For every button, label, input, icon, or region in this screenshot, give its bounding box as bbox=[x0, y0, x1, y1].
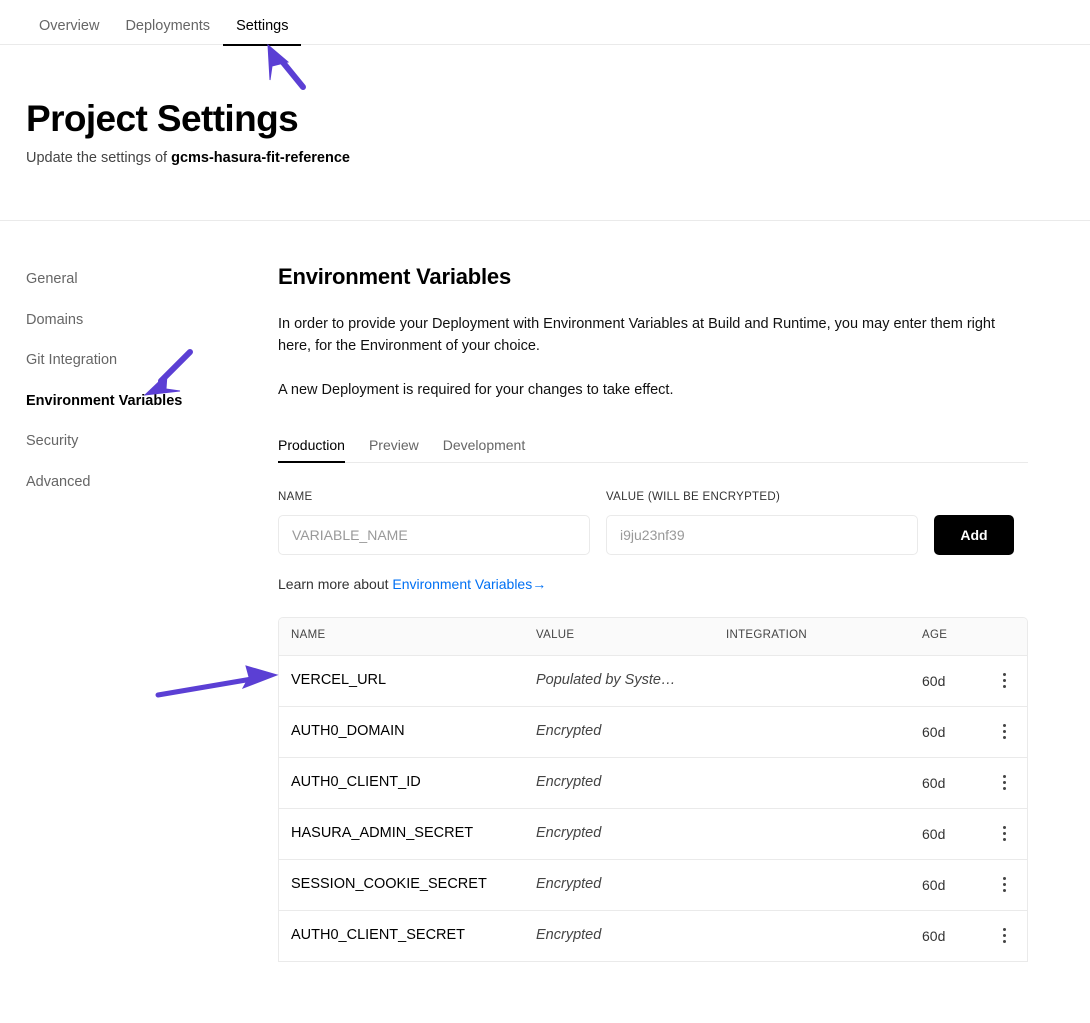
cell-name: SESSION_COOKIE_SECRET bbox=[291, 876, 487, 893]
table-row[interactable]: AUTH0_CLIENT_ID Encrypted 60d bbox=[279, 758, 1027, 809]
section-title: Environment Variables bbox=[278, 264, 511, 289]
cell-age: 60d bbox=[922, 876, 946, 893]
cell-name: AUTH0_DOMAIN bbox=[291, 723, 405, 740]
more-options-icon[interactable] bbox=[998, 770, 1011, 795]
variable-value-input[interactable] bbox=[606, 514, 918, 555]
learn-more-prefix: Learn more about bbox=[278, 575, 393, 592]
add-button[interactable]: Add bbox=[934, 514, 1014, 555]
more-options-icon[interactable] bbox=[998, 821, 1011, 846]
page-title: Project Settings bbox=[26, 98, 299, 139]
cell-name: AUTH0_CLIENT_ID bbox=[291, 774, 421, 791]
name-field-label: NAME bbox=[278, 491, 313, 503]
cell-value: Encrypted bbox=[536, 774, 602, 791]
tab-overview[interactable]: Overview bbox=[26, 17, 112, 46]
table-header-row: NAME VALUE INTEGRATION AGE bbox=[279, 617, 1027, 656]
more-options-icon[interactable] bbox=[998, 872, 1011, 897]
environment-variables-table: NAME VALUE INTEGRATION AGE VERCEL_URL Po… bbox=[278, 616, 1028, 962]
page-header: Project Settings Update the settings of … bbox=[0, 45, 1090, 221]
variable-name-input[interactable] bbox=[278, 514, 590, 555]
tab-deployments-label: Deployments bbox=[125, 17, 211, 34]
settings-sidebar: General Domains Git Integration Environm… bbox=[26, 272, 236, 515]
tab-settings-label: Settings bbox=[236, 17, 289, 34]
cell-name: VERCEL_URL bbox=[291, 672, 387, 689]
more-options-icon[interactable] bbox=[998, 668, 1011, 693]
env-tab-development-label: Development bbox=[442, 437, 526, 453]
column-header-value: VALUE bbox=[536, 629, 575, 642]
project-name: gcms-hasura-fit-reference bbox=[171, 150, 350, 166]
sidebar-item-advanced[interactable]: Advanced bbox=[26, 474, 236, 490]
column-header-integration: INTEGRATION bbox=[726, 629, 808, 642]
tab-settings[interactable]: Settings bbox=[223, 17, 302, 46]
env-tab-development[interactable]: Development bbox=[431, 438, 538, 462]
env-tab-preview-label: Preview bbox=[368, 437, 419, 453]
environment-tab-bar: Production Preview Development bbox=[278, 430, 1028, 463]
top-tab-bar: Overview Deployments Settings bbox=[0, 0, 1090, 46]
more-options-icon[interactable] bbox=[998, 719, 1011, 744]
env-tab-production-label: Production bbox=[278, 437, 345, 453]
cell-age: 60d bbox=[922, 825, 946, 842]
cell-actions[interactable] bbox=[982, 821, 1027, 846]
table-row[interactable]: AUTH0_DOMAIN Encrypted 60d bbox=[279, 707, 1027, 758]
name-field-group: NAME bbox=[278, 491, 590, 555]
column-header-name: NAME bbox=[291, 629, 326, 642]
add-variable-form: NAME VALUE (WILL BE ENCRYPTED) Add bbox=[278, 491, 1028, 555]
cell-actions[interactable] bbox=[982, 668, 1027, 693]
cell-age: 60d bbox=[922, 927, 946, 944]
cell-value: Encrypted bbox=[536, 723, 602, 740]
sidebar-item-git-integration[interactable]: Git Integration bbox=[26, 353, 236, 368]
env-tab-preview[interactable]: Preview bbox=[357, 438, 431, 462]
arrow-right-icon: → bbox=[532, 575, 547, 592]
sidebar-item-security[interactable]: Security bbox=[26, 434, 236, 449]
table-row[interactable]: SESSION_COOKIE_SECRET Encrypted 60d bbox=[279, 860, 1027, 911]
cell-actions[interactable] bbox=[982, 872, 1027, 897]
cell-age: 60d bbox=[922, 723, 946, 740]
env-tab-production[interactable]: Production bbox=[278, 437, 357, 463]
section-paragraph-2: A new Deployment is required for your ch… bbox=[278, 382, 674, 398]
cell-age: 60d bbox=[922, 672, 946, 689]
cell-value: Encrypted bbox=[536, 876, 602, 893]
value-field-label: VALUE (WILL BE ENCRYPTED) bbox=[606, 491, 781, 503]
page-subtitle: Update the settings of gcms-hasura-fit-r… bbox=[26, 151, 350, 166]
learn-more-row: Learn more about Environment Variables→ bbox=[278, 577, 1028, 591]
main-panel: Environment Variables In order to provid… bbox=[278, 266, 1028, 962]
value-field-group: VALUE (WILL BE ENCRYPTED) bbox=[606, 491, 918, 555]
cell-name: AUTH0_CLIENT_SECRET bbox=[291, 927, 466, 944]
table-row[interactable]: AUTH0_CLIENT_SECRET Encrypted 60d bbox=[279, 911, 1027, 962]
sidebar-item-domains[interactable]: Domains bbox=[26, 312, 236, 328]
more-options-icon[interactable] bbox=[998, 923, 1011, 948]
environment-variables-docs-link[interactable]: Environment Variables bbox=[392, 576, 532, 592]
table-row[interactable]: HASURA_ADMIN_SECRET Encrypted 60d bbox=[279, 809, 1027, 860]
arrow-to-vercel-url-row-icon bbox=[155, 665, 279, 698]
sidebar-item-general[interactable]: General bbox=[26, 272, 236, 287]
cell-value: Populated by Syste… bbox=[536, 672, 676, 689]
cell-actions[interactable] bbox=[982, 770, 1027, 795]
column-header-age: AGE bbox=[922, 629, 948, 642]
cell-value: Encrypted bbox=[536, 927, 602, 944]
cell-age: 60d bbox=[922, 774, 946, 791]
cell-name: HASURA_ADMIN_SECRET bbox=[291, 825, 474, 842]
sidebar-item-environment-variables[interactable]: Environment Variables bbox=[26, 393, 236, 409]
tab-overview-label: Overview bbox=[39, 17, 100, 34]
page-subtitle-prefix: Update the settings of bbox=[26, 150, 172, 166]
cell-actions[interactable] bbox=[982, 923, 1027, 948]
page-root: Overview Deployments Settings Project Se… bbox=[0, 0, 1090, 1023]
cell-actions[interactable] bbox=[982, 719, 1027, 744]
section-paragraph-1: In order to provide your Deployment with… bbox=[278, 316, 996, 354]
cell-value: Encrypted bbox=[536, 825, 602, 842]
tab-deployments[interactable]: Deployments bbox=[112, 17, 223, 46]
table-row[interactable]: VERCEL_URL Populated by Syste… 60d bbox=[279, 656, 1027, 707]
